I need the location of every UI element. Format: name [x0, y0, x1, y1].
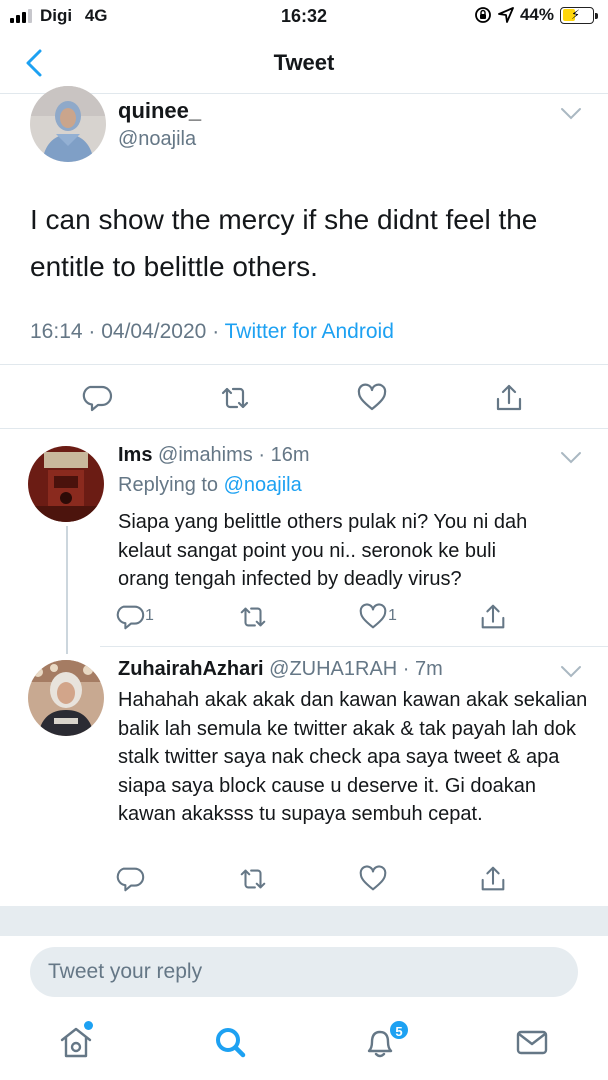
avatar[interactable]	[28, 446, 104, 522]
share-icon[interactable]	[478, 602, 508, 632]
battery-percent: 44%	[519, 5, 554, 24]
reply-icon[interactable]	[82, 382, 114, 414]
reply-count: 1	[145, 607, 154, 624]
tweet-date: 04/04/2020	[101, 320, 207, 343]
reply-icon[interactable]	[116, 602, 146, 632]
notifications-badge: 5	[388, 1019, 410, 1041]
divider	[0, 364, 608, 365]
divider	[100, 646, 608, 647]
reply-age: 7m	[415, 658, 443, 680]
page-title: Tweet	[273, 50, 335, 75]
reply-author-handle[interactable]: @imahims	[158, 444, 253, 466]
tweet-actions	[0, 376, 608, 422]
reply-icon[interactable]	[116, 864, 146, 894]
chevron-down-icon[interactable]	[560, 107, 582, 121]
share-icon[interactable]	[493, 382, 525, 414]
reply-author-name[interactable]: ZuhairahAzhari	[118, 658, 264, 680]
like-icon[interactable]	[358, 602, 388, 632]
replying-to-label: Replying to	[118, 474, 219, 496]
tweet-source-link[interactable]: Twitter for Android	[225, 320, 394, 343]
tweet-text: I can show the mercy if she didnt feel t…	[30, 204, 538, 282]
battery-icon: ⚡	[560, 6, 598, 24]
avatar[interactable]	[30, 86, 106, 162]
chevron-down-icon[interactable]	[560, 665, 582, 679]
reply-text: Siapa yang belittle others pulak ni? You…	[118, 511, 528, 590]
reply-author-name[interactable]: Ims	[118, 444, 152, 466]
orientation-lock-icon	[475, 7, 491, 23]
messages-icon[interactable]	[512, 1022, 552, 1062]
nav-bar: Tweet	[0, 34, 608, 94]
reply-input[interactable]: Tweet your reply	[30, 947, 578, 997]
tweet-time: 16:14	[30, 320, 83, 343]
home-unread-dot	[84, 1021, 93, 1030]
section-separator	[0, 906, 608, 936]
reply-author[interactable]: ZuhairahAzhari @ZUHA1RAH · 7m	[118, 658, 443, 681]
tweet-meta: 16:14 · 04/04/2020 · Twitter for Android	[30, 320, 394, 343]
reply-text: Hahahah akak akak dan kawan kawan akak s…	[118, 689, 588, 825]
thread-line	[66, 526, 68, 654]
chevron-down-icon[interactable]	[560, 451, 582, 465]
replying-to-link[interactable]: @noajila	[224, 474, 302, 496]
reply-age: 16m	[270, 444, 310, 466]
author-handle[interactable]: @noajila	[118, 128, 196, 151]
like-count: 1	[388, 607, 397, 624]
like-icon[interactable]	[356, 382, 388, 414]
share-icon[interactable]	[478, 864, 508, 894]
location-icon	[498, 7, 514, 23]
avatar[interactable]	[28, 660, 104, 736]
author-name[interactable]: quinee_	[118, 98, 201, 124]
replying-to: Replying to @noajila	[118, 474, 302, 497]
reply-input-placeholder: Tweet your reply	[48, 960, 203, 983]
retweet-icon[interactable]	[238, 602, 268, 632]
search-icon[interactable]	[210, 1022, 250, 1062]
retweet-icon[interactable]	[238, 864, 268, 894]
status-bar: Digi 4G 16:32 44% ⚡	[0, 0, 608, 34]
reply-author[interactable]: Ims @imahims · 16m	[118, 444, 309, 467]
retweet-icon[interactable]	[219, 382, 251, 414]
divider	[0, 428, 608, 429]
reply-author-handle[interactable]: @ZUHA1RAH	[269, 658, 397, 680]
status-right: 44% ⚡	[474, 5, 598, 25]
like-icon[interactable]	[358, 864, 388, 894]
